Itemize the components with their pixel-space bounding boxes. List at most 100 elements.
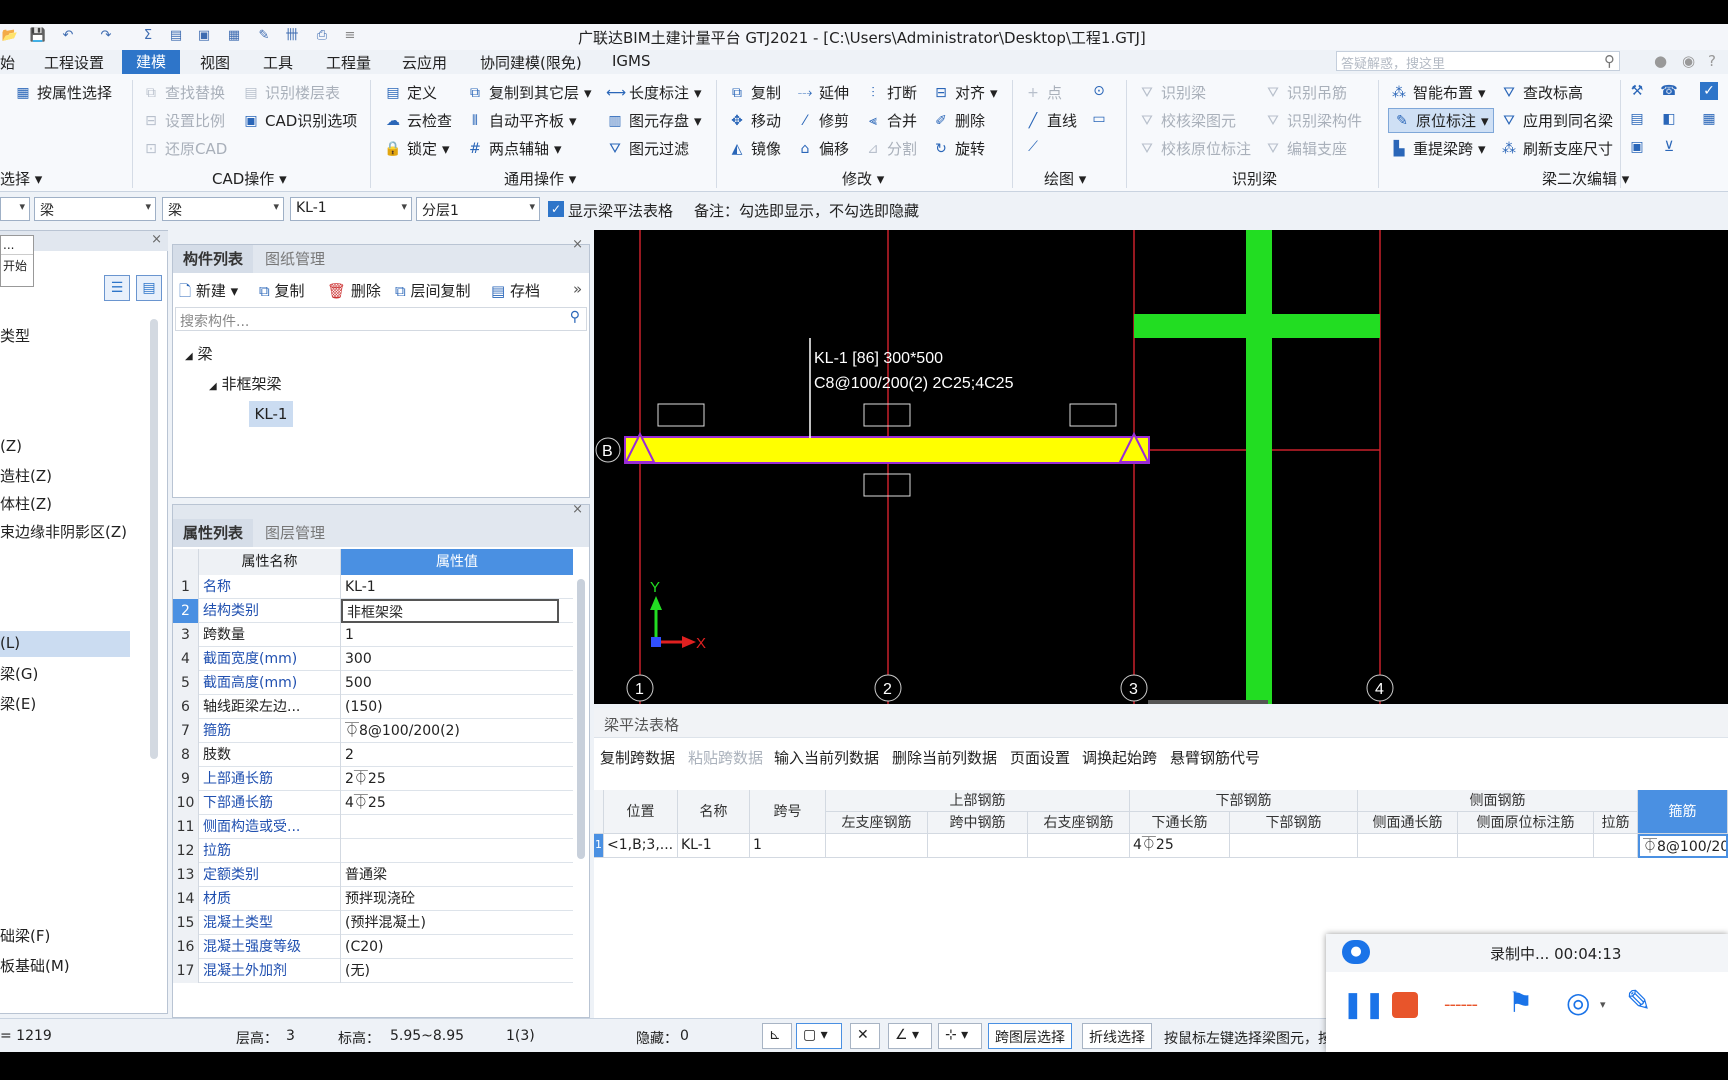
move-button[interactable]: ✥ 移动 [728, 110, 781, 131]
cross-button[interactable]: ✕ [850, 1023, 880, 1049]
lock-button[interactable]: 🔒 锁定 ▾ [384, 138, 449, 159]
property-row[interactable]: 8 肢数 2 [173, 743, 573, 767]
verify-orig-button[interactable]: ⛛ 校核原位标注 [1138, 138, 1251, 159]
splitter-handle[interactable] [1148, 700, 1268, 704]
nav-scrollbar[interactable] [150, 319, 158, 759]
insert-button[interactable]: ⊹ ▾ [938, 1023, 982, 1049]
menu-collab[interactable]: 协同建模(限免) [480, 52, 582, 73]
copy-to-floors-button[interactable]: ⧉ 复制到其它层 ▾ [466, 82, 592, 103]
element-filter-button[interactable]: ⛛ 图元过滤 [606, 138, 689, 159]
extra-checkbox[interactable]: ✓ [1700, 82, 1718, 100]
property-row[interactable]: 1 名称 KL-1 [173, 575, 573, 599]
copy-component-button[interactable]: ⧉ 复制 [259, 280, 305, 301]
property-row[interactable]: 16 混凝土强度等级 (C20) [173, 935, 573, 959]
property-value[interactable]: (无) [341, 959, 559, 983]
chat-icon[interactable]: ◉ [1682, 52, 1695, 70]
cell-tie[interactable] [1594, 834, 1638, 858]
cantilever-code-button[interactable]: 悬臂钢筋代号 [1170, 747, 1260, 768]
tab-component-list[interactable]: 构件列表 [173, 245, 254, 273]
tab-property-list[interactable]: 属性列表 [173, 519, 254, 547]
property-row[interactable]: 12 拉筋 [173, 839, 573, 863]
more-icon[interactable]: ≡ [340, 27, 360, 45]
grid-icon[interactable]: 卌 [282, 27, 302, 45]
property-row[interactable]: 5 截面高度(mm) 500 [173, 671, 573, 695]
extra-tool-2[interactable]: ☎ [1660, 82, 1678, 100]
tree-leaf-kl1[interactable]: KL-1 [249, 401, 293, 427]
cell-bottom-rebar[interactable] [1230, 834, 1358, 858]
length-dim-button[interactable]: ⟷ 长度标注 ▾ [606, 82, 702, 103]
ortho-button[interactable]: ⊾ [762, 1023, 792, 1049]
group-draw-label[interactable]: 绘图 ▾ [1044, 168, 1086, 189]
nav-item-column[interactable]: (Z) [0, 437, 22, 455]
group-cad-label[interactable]: CAD操作 ▾ [212, 168, 287, 189]
undo-icon[interactable]: ↶ [58, 27, 78, 45]
cell-side-through[interactable] [1358, 834, 1458, 858]
property-value[interactable]: 2 [341, 743, 559, 767]
property-scrollbar[interactable] [577, 579, 585, 859]
property-value[interactable]: (预拌混凝土) [341, 911, 559, 935]
component-select[interactable]: KL-1 [290, 197, 412, 221]
nav-item-ring-beam[interactable]: 梁(E) [0, 693, 36, 714]
select-by-attr-button[interactable]: ▦ 按属性选择 [14, 82, 112, 103]
page-setup-button[interactable]: 页面设置 [1010, 747, 1070, 768]
property-value[interactable] [341, 839, 559, 863]
snap-button[interactable]: ▢ ▾ [796, 1023, 842, 1049]
property-row[interactable]: 9 上部通长筋 2⏁25 [173, 767, 573, 791]
identify-floor-table-button[interactable]: ▤ 识别楼层表 [242, 82, 340, 103]
property-row[interactable]: 14 材质 预拌现浇砼 [173, 887, 573, 911]
point-button[interactable]: + 点 [1024, 82, 1062, 103]
auto-flush-button[interactable]: ⫴ 自动平齐板 ▾ [466, 110, 577, 131]
menu-quantities[interactable]: 工程量 [326, 52, 371, 73]
orig-mark-button[interactable]: ✎ 原位标注 ▾ [1388, 108, 1494, 133]
cell-mid-span[interactable] [928, 834, 1028, 858]
extra-tool-6[interactable]: ▣ [1628, 138, 1646, 156]
verify-beam-button[interactable]: ⛛ 校核梁图元 [1138, 110, 1236, 131]
property-value[interactable]: 500 [341, 671, 559, 695]
more-icon[interactable]: » [573, 280, 582, 298]
cross-layer-select-button[interactable]: 跨图层选择 [988, 1023, 1072, 1049]
nav-item-coupling-beam[interactable]: 梁(G) [0, 663, 38, 684]
property-row[interactable]: 13 定额类别 普通梁 [173, 863, 573, 887]
annotate-icon[interactable]: ⚑ [1508, 986, 1533, 1019]
element-save-button[interactable]: ▥ 图元存盘 ▾ [606, 110, 701, 131]
cell-name[interactable]: KL-1 [678, 834, 750, 858]
property-value[interactable]: (150) [341, 695, 559, 719]
new-button[interactable]: 🗋 新建 ▾ [179, 280, 238, 306]
menu-start[interactable]: 始 [0, 52, 15, 73]
copy-span-data-button[interactable]: 复制跨数据 [600, 747, 675, 768]
property-row[interactable]: 2 结构类别 非框架梁 [173, 599, 573, 623]
close-icon[interactable]: × [572, 237, 583, 252]
split-button[interactable]: ⊿ 分割 [864, 138, 917, 159]
extend-button[interactable]: ⤏ 延伸 [796, 82, 849, 103]
cell-side-orig[interactable] [1458, 834, 1594, 858]
check-icon[interactable]: ▣ [194, 27, 214, 45]
show-table-checkbox[interactable]: ✓ [548, 201, 564, 217]
refresh-support-button[interactable]: ⁂ 刷新支座尺寸 [1500, 138, 1613, 159]
nav-item-edge-zone[interactable]: 束边缘非阴影区(Z) [0, 521, 127, 542]
nav-item-foundation-beam[interactable]: 础梁(F) [0, 925, 50, 946]
nav-item-masonry-column[interactable]: 体柱(Z) [0, 493, 52, 514]
beam-label-1[interactable]: KL-1 [86] 300*500 [814, 350, 943, 367]
nav-item-beam-selected[interactable]: (L) [0, 631, 130, 657]
layer-select[interactable]: 分层1 [416, 197, 540, 221]
input-column-button[interactable]: 输入当前列数据 [774, 747, 879, 768]
break-button[interactable]: ⫶ 打断 [864, 82, 917, 103]
chevron-down-icon[interactable]: ▾ [1600, 998, 1606, 1011]
nav-item-type[interactable]: 类型 [0, 325, 30, 346]
archive-button[interactable]: ▤ 存档 [491, 280, 540, 301]
restore-cad-button[interactable]: ⊡ 还原CAD [142, 138, 227, 159]
delete-component-button[interactable]: 🗑 删除 [327, 280, 381, 301]
beam-kl1[interactable] [626, 438, 1148, 462]
cell-left-support[interactable] [826, 834, 928, 858]
menu-igms[interactable]: IGMS [612, 52, 651, 70]
edit-icon[interactable]: ✎ [254, 27, 274, 45]
swap-start-span-button[interactable]: 调换起始跨 [1082, 747, 1157, 768]
tree-child[interactable]: ◢ 非框架梁 [209, 373, 282, 394]
menu-modeling[interactable]: 建模 [122, 50, 181, 74]
beam-label-2[interactable]: C8@100/200(2) 2C25;4C25 [814, 375, 1014, 392]
copy-between-floors-button[interactable]: ⧉ 层间复制 [395, 280, 471, 301]
report-icon[interactable]: ▤ [166, 27, 186, 45]
orig-mark-box-bottom[interactable] [863, 473, 911, 497]
property-value[interactable]: 300 [341, 647, 559, 671]
help-search[interactable]: 答疑解惑，搜这里 ⚲ [1336, 51, 1620, 72]
